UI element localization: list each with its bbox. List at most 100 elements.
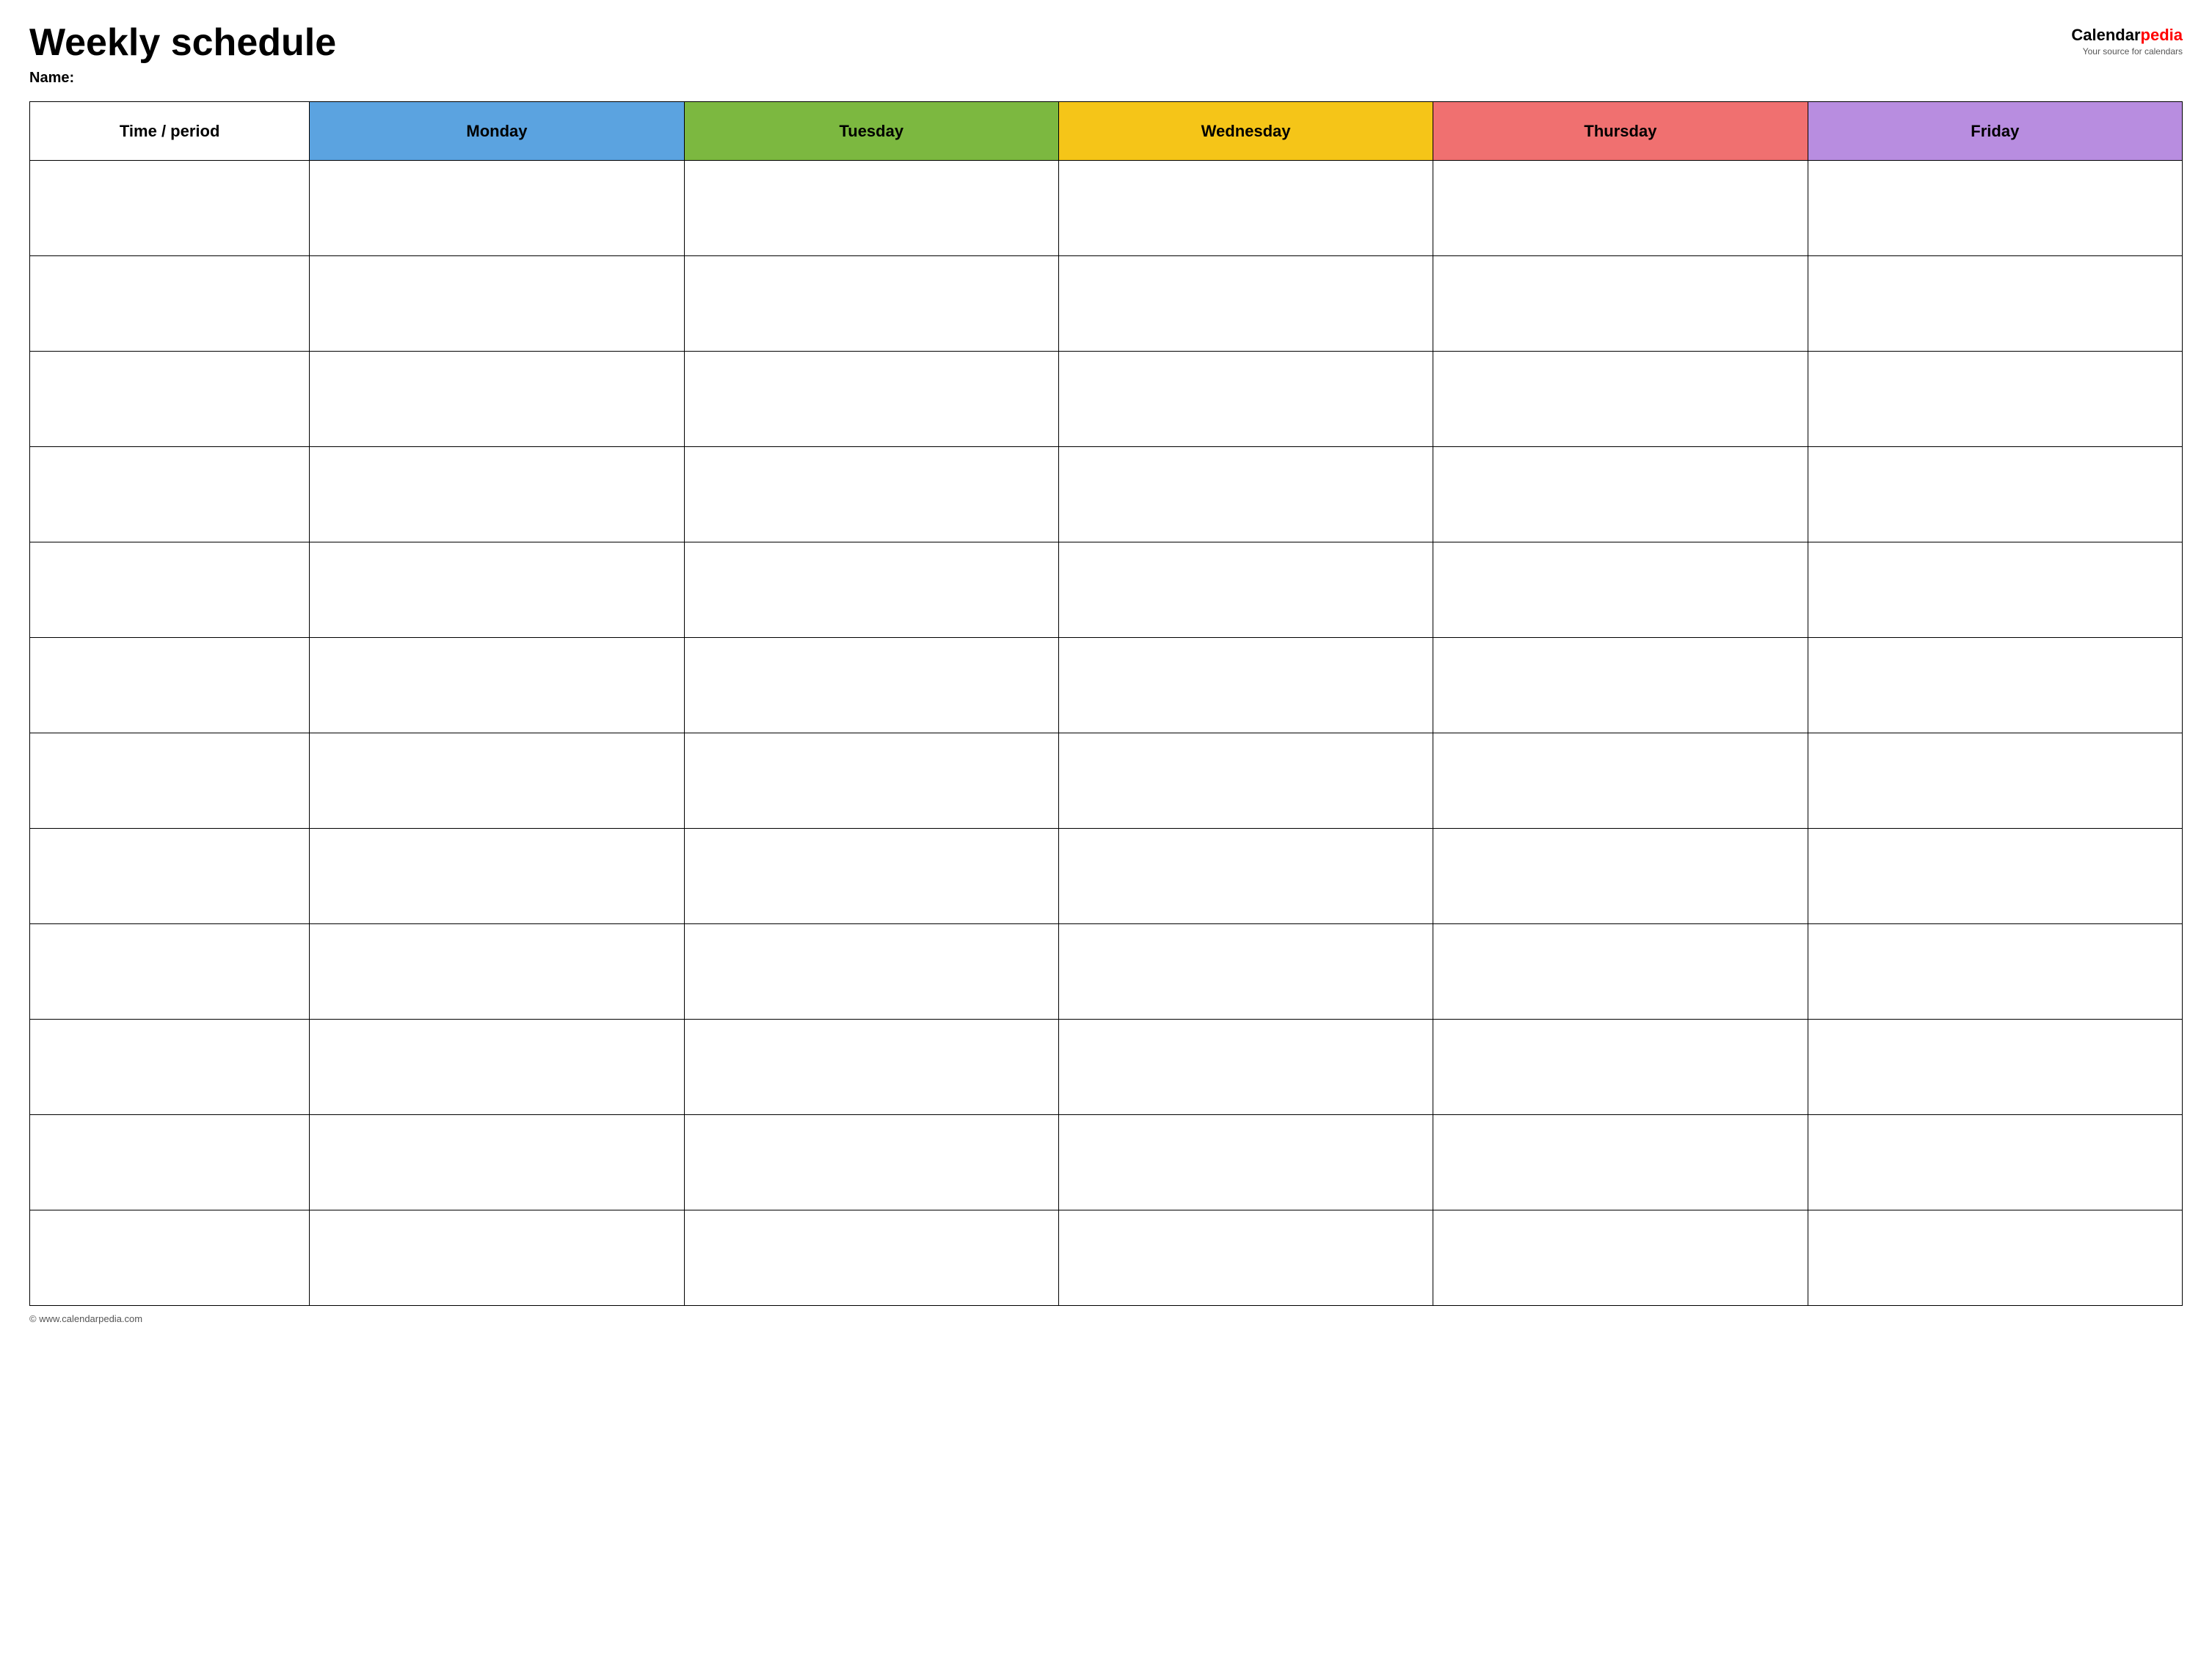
schedule-cell[interactable]: [1433, 447, 1808, 542]
schedule-cell[interactable]: [1808, 352, 2182, 447]
schedule-cell[interactable]: [684, 1020, 1058, 1115]
col-header-monday: Monday: [310, 102, 684, 161]
page-title: Weekly schedule: [29, 22, 336, 64]
schedule-cell[interactable]: [1808, 161, 2182, 256]
time-cell[interactable]: [30, 638, 310, 733]
logo-calendar: Calendar: [2071, 26, 2140, 44]
schedule-cell[interactable]: [684, 256, 1058, 352]
schedule-cell[interactable]: [310, 352, 684, 447]
schedule-cell[interactable]: [1058, 733, 1433, 829]
schedule-cell[interactable]: [1058, 161, 1433, 256]
schedule-cell[interactable]: [310, 1210, 684, 1306]
header: Weekly schedule Name: Calendarpedia Your…: [29, 22, 2183, 87]
schedule-cell[interactable]: [1808, 829, 2182, 924]
schedule-cell[interactable]: [310, 161, 684, 256]
schedule-cell[interactable]: [1808, 733, 2182, 829]
schedule-cell[interactable]: [1808, 447, 2182, 542]
schedule-cell[interactable]: [1808, 638, 2182, 733]
schedule-cell[interactable]: [310, 1115, 684, 1210]
time-cell[interactable]: [30, 829, 310, 924]
schedule-cell[interactable]: [1433, 924, 1808, 1020]
schedule-cell[interactable]: [1058, 924, 1433, 1020]
schedule-cell[interactable]: [1433, 1115, 1808, 1210]
schedule-cell[interactable]: [310, 829, 684, 924]
schedule-cell[interactable]: [1058, 1210, 1433, 1306]
schedule-cell[interactable]: [310, 733, 684, 829]
table-row: [30, 256, 2183, 352]
schedule-cell[interactable]: [310, 924, 684, 1020]
schedule-cell[interactable]: [310, 638, 684, 733]
time-cell[interactable]: [30, 542, 310, 638]
table-row: [30, 1210, 2183, 1306]
schedule-cell[interactable]: [1058, 638, 1433, 733]
title-area: Weekly schedule Name:: [29, 22, 336, 87]
schedule-cell[interactable]: [1808, 256, 2182, 352]
col-header-time: Time / period: [30, 102, 310, 161]
schedule-cell[interactable]: [1058, 1020, 1433, 1115]
table-row: [30, 733, 2183, 829]
schedule-cell[interactable]: [310, 542, 684, 638]
schedule-cell[interactable]: [310, 447, 684, 542]
schedule-cell[interactable]: [684, 829, 1058, 924]
schedule-cell[interactable]: [684, 924, 1058, 1020]
table-row: [30, 447, 2183, 542]
time-cell[interactable]: [30, 352, 310, 447]
logo-tagline: Your source for calendars: [2083, 46, 2183, 57]
logo-pedia: pedia: [2141, 26, 2183, 44]
schedule-cell[interactable]: [1058, 256, 1433, 352]
schedule-cell[interactable]: [1433, 733, 1808, 829]
schedule-cell[interactable]: [1808, 924, 2182, 1020]
schedule-cell[interactable]: [684, 447, 1058, 542]
schedule-cell[interactable]: [1058, 829, 1433, 924]
schedule-cell[interactable]: [1433, 1020, 1808, 1115]
table-row: [30, 352, 2183, 447]
schedule-cell[interactable]: [1058, 542, 1433, 638]
table-header-row: Time / period Monday Tuesday Wednesday T…: [30, 102, 2183, 161]
time-cell[interactable]: [30, 1020, 310, 1115]
schedule-cell[interactable]: [684, 1115, 1058, 1210]
table-row: [30, 829, 2183, 924]
schedule-cell[interactable]: [684, 542, 1058, 638]
name-label: Name:: [29, 70, 336, 87]
logo-area: Calendarpedia Your source for calendars: [2071, 26, 2183, 57]
col-header-wednesday: Wednesday: [1058, 102, 1433, 161]
schedule-cell[interactable]: [1433, 638, 1808, 733]
col-header-thursday: Thursday: [1433, 102, 1808, 161]
schedule-cell[interactable]: [1433, 161, 1808, 256]
time-cell[interactable]: [30, 1210, 310, 1306]
schedule-cell[interactable]: [1808, 542, 2182, 638]
time-cell[interactable]: [30, 924, 310, 1020]
schedule-table: Time / period Monday Tuesday Wednesday T…: [29, 101, 2183, 1306]
schedule-cell[interactable]: [1058, 352, 1433, 447]
schedule-cell[interactable]: [1808, 1115, 2182, 1210]
schedule-cell[interactable]: [1433, 256, 1808, 352]
table-row: [30, 924, 2183, 1020]
schedule-cell[interactable]: [1433, 1210, 1808, 1306]
time-cell[interactable]: [30, 447, 310, 542]
schedule-cell[interactable]: [684, 352, 1058, 447]
time-cell[interactable]: [30, 161, 310, 256]
table-row: [30, 638, 2183, 733]
schedule-cell[interactable]: [1058, 447, 1433, 542]
time-cell[interactable]: [30, 733, 310, 829]
schedule-cell[interactable]: [1433, 542, 1808, 638]
schedule-cell[interactable]: [310, 1020, 684, 1115]
schedule-cell[interactable]: [684, 733, 1058, 829]
schedule-cell[interactable]: [1808, 1020, 2182, 1115]
schedule-cell[interactable]: [684, 161, 1058, 256]
footer: © www.calendarpedia.com: [29, 1313, 2183, 1324]
schedule-cell[interactable]: [1058, 1115, 1433, 1210]
schedule-cell[interactable]: [1433, 352, 1808, 447]
time-cell[interactable]: [30, 256, 310, 352]
schedule-cell[interactable]: [684, 638, 1058, 733]
schedule-cell[interactable]: [684, 1210, 1058, 1306]
table-row: [30, 161, 2183, 256]
schedule-cell[interactable]: [310, 256, 684, 352]
schedule-cell[interactable]: [1433, 829, 1808, 924]
col-header-friday: Friday: [1808, 102, 2182, 161]
schedule-cell[interactable]: [1808, 1210, 2182, 1306]
col-header-tuesday: Tuesday: [684, 102, 1058, 161]
table-row: [30, 542, 2183, 638]
time-cell[interactable]: [30, 1115, 310, 1210]
table-row: [30, 1020, 2183, 1115]
